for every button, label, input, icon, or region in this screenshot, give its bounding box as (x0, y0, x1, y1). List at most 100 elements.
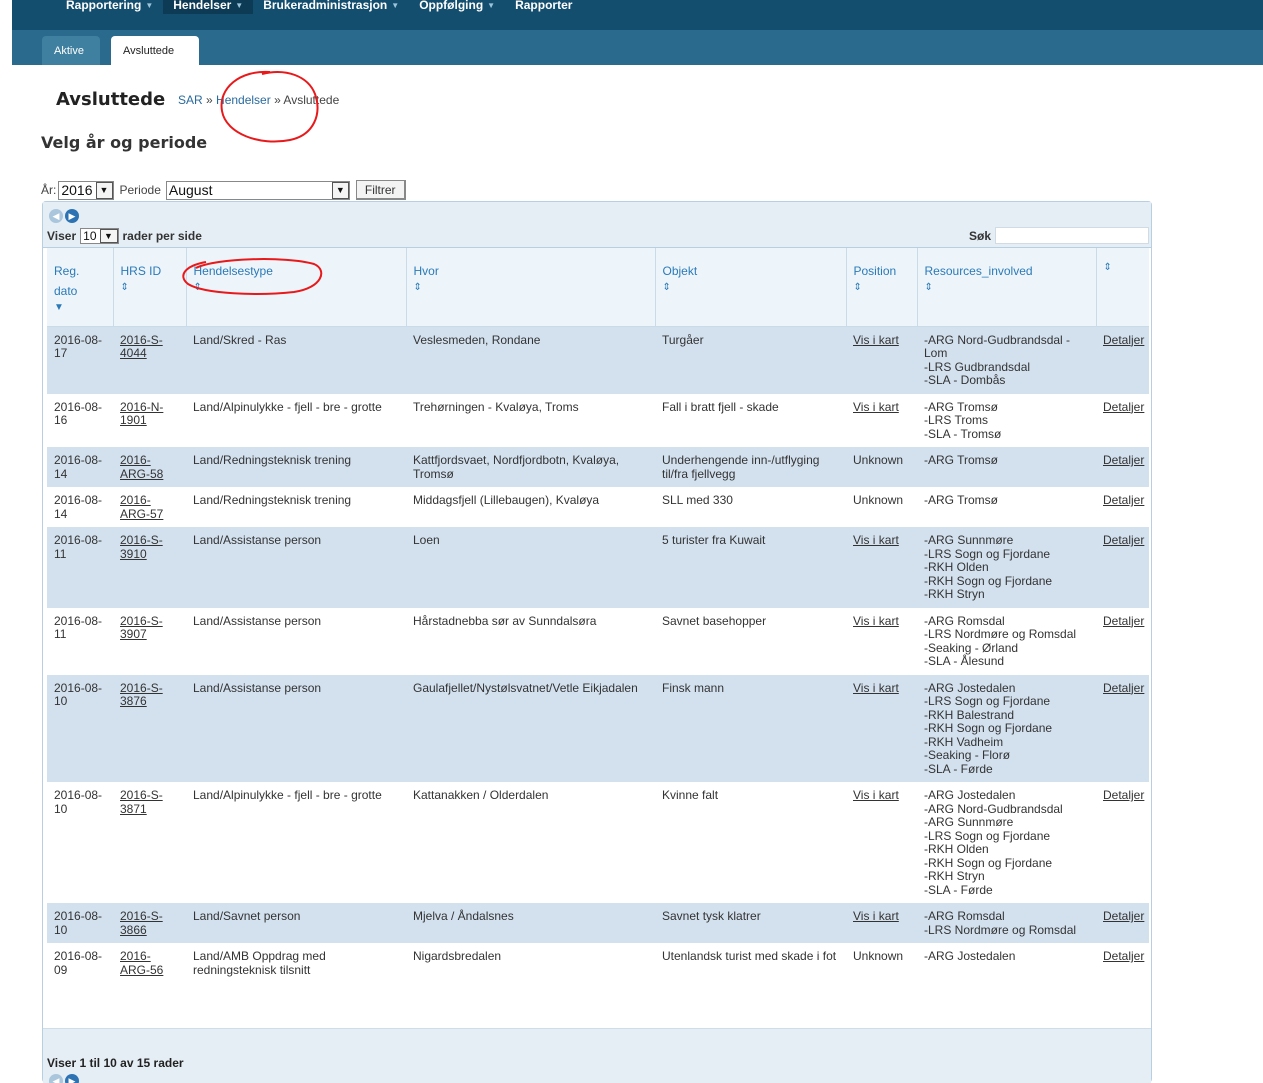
table-cell: Unknown (846, 447, 917, 487)
details-link[interactable]: Detaljer (1103, 788, 1144, 802)
period-select-value: August (168, 182, 213, 198)
page-length-control: Viser 10 ▼ rader per side (47, 228, 202, 244)
details-link[interactable]: Detaljer (1103, 614, 1144, 628)
show-label: Viser (47, 229, 77, 243)
menu-item-oppfolging[interactable]: Oppfølging ▼ (409, 0, 505, 14)
tab-aktive[interactable]: Aktive (42, 36, 100, 65)
resource-item: -RKH Stryn (924, 869, 985, 883)
tab-avsluttede[interactable]: Avsluttede (111, 36, 199, 65)
sort-icon: ⇕ (413, 282, 422, 293)
page-length-select[interactable]: 10 ▼ (80, 228, 119, 244)
breadcrumb-link-hendelser[interactable]: Hendelser (216, 93, 271, 107)
hrs-id-link[interactable]: 2016-ARG-56 (120, 949, 163, 977)
menu-item-hendelser[interactable]: Hendelser ▼ (163, 0, 254, 14)
table-cell: 2016-08-14 (47, 447, 113, 487)
resource-item: -ARG Tromsø (924, 399, 998, 414)
hrs-id-link[interactable]: 2016-ARG-57 (120, 493, 163, 521)
table-cell: Vis i kart (846, 326, 917, 394)
cell-resources: -ARG Romsdal -LRS Nordmøre og Romsdal -Sea… (917, 607, 1096, 675)
cell-hendelsestype: Land/Skred - Ras (193, 332, 287, 347)
position-link[interactable]: Vis i kart (853, 909, 899, 923)
table-cell: Detaljer (1096, 326, 1149, 394)
previous-page-icon[interactable]: ◀ (49, 209, 63, 223)
details-link[interactable]: Detaljer (1103, 400, 1144, 414)
sort-icon: ⇕ (853, 282, 862, 293)
cell-reg-dato: 2016-08-10 (54, 680, 103, 708)
year-select[interactable]: 2016 ▼ (58, 180, 114, 200)
hrs-id-link[interactable]: 2016-N-1901 (120, 400, 163, 428)
column-header-label: Resources_involved (924, 264, 1033, 278)
details-link[interactable]: Detaljer (1103, 533, 1144, 547)
cell-resources: -ARG Jostedalen -LRS Sogn og Fjordane -RKH… (917, 674, 1096, 782)
details-link[interactable]: Detaljer (1103, 453, 1144, 467)
period-select[interactable]: August ▼ (165, 180, 350, 200)
column-header-resources-involved[interactable]: Resources_involved ⇕ (917, 248, 1097, 327)
details-link[interactable]: Detaljer (1103, 681, 1144, 695)
sub-navigation: Aktive Avsluttede (12, 30, 1263, 65)
column-header-hvor[interactable]: Hvor ⇕ (406, 248, 656, 327)
search-input[interactable] (995, 227, 1149, 244)
resource-item: -ARG Tromsø (924, 453, 998, 467)
table-cell: 2016-08-17 (47, 326, 113, 394)
chevron-down-icon: ▼ (95, 181, 113, 199)
page: Rapportering ▼ Hendelser ▼ Brukeradminis… (12, 0, 1263, 1083)
resource-item: -ARG Tromsø (924, 493, 998, 507)
details-link[interactable]: Detaljer (1103, 493, 1144, 507)
details-link[interactable]: Detaljer (1103, 909, 1144, 923)
menu-item-brukeradministrasjon[interactable]: Brukeradministrasjon ▼ (253, 0, 409, 14)
position-link[interactable]: Vis i kart (853, 333, 899, 347)
hrs-id-link[interactable]: 2016-S-3871 (120, 788, 163, 816)
position-link[interactable]: Vis i kart (853, 614, 899, 628)
column-header-actions[interactable]: ⇕ (1096, 248, 1149, 327)
position-link[interactable]: Vis i kart (853, 788, 899, 802)
cell-hvor: Veslesmeden, Rondane (413, 332, 541, 347)
details-link[interactable]: Detaljer (1103, 333, 1144, 347)
cell-objekt: Kvinne falt (662, 788, 719, 802)
column-header-position[interactable]: Position ⇕ (846, 248, 918, 327)
chevron-down-icon: ▼ (391, 0, 400, 10)
hrs-id-link[interactable]: 2016-S-3876 (120, 681, 163, 709)
hrs-id-link[interactable]: 2016-S-3907 (120, 614, 163, 642)
column-header-hendelsestype[interactable]: Hendelsestype ⇕ (186, 248, 407, 327)
resource-item: -RKH Balestrand (924, 707, 1015, 722)
resource-item: -RKH Sogn og Fjordane (924, 855, 1053, 870)
column-header-objekt[interactable]: Objekt ⇕ (655, 248, 847, 327)
position-link[interactable]: Vis i kart (853, 400, 899, 414)
table-cell: Unknown (846, 487, 917, 527)
menu-item-rapporter[interactable]: Rapporter (505, 0, 582, 14)
cell-objekt: Utenlandsk turist med skade i fot (662, 949, 837, 963)
cell-resources: -ARG Sunnmøre -LRS Sogn og Fjordane -RKH O… (917, 527, 1096, 608)
breadcrumb-link-sar[interactable]: SAR (178, 93, 203, 107)
hrs-id-link[interactable]: 2016-S-4044 (120, 333, 163, 361)
table-cell: Land/Redningsteknisk trening (186, 447, 406, 487)
table-cell: 2016-S-3871 (113, 782, 186, 903)
column-header-reg-dato[interactable]: Reg. dato ▼ (47, 248, 114, 327)
table-cell: Veslesmeden, Rondane (406, 326, 655, 394)
table-cell: Detaljer (1096, 903, 1149, 943)
table-cell: Savnet tysk klatrer (655, 903, 846, 943)
hrs-id-link[interactable]: 2016-S-3866 (120, 909, 163, 937)
table-cell: Detaljer (1096, 607, 1149, 675)
hrs-id-link[interactable]: 2016-S-3910 (120, 533, 163, 561)
table-cell: Vis i kart (846, 674, 917, 782)
position-link[interactable]: Vis i kart (853, 681, 899, 695)
next-page-icon[interactable]: ▶ (65, 1074, 79, 1083)
cell-hvor: Nigardsbredalen (413, 949, 502, 963)
position-link[interactable]: Vis i kart (853, 533, 899, 547)
table-cell: Turgåer (655, 326, 846, 394)
table-cell: Savnet basehopper (655, 607, 846, 675)
table-cell: Utenlandsk turist med skade i fot (655, 943, 846, 983)
next-page-icon[interactable]: ▶ (65, 209, 79, 223)
table-row: 2016-08-17 2016-S-4044 Land/Skred - Ras Ves… (47, 326, 1149, 394)
cell-objekt: Underhengende inn-/utflyging til/fra fje… (662, 453, 820, 481)
filter-button[interactable]: Filtrer (355, 180, 406, 200)
resource-item: -RKH Sogn og Fjordane (924, 721, 1053, 735)
table-cell: SLL med 330 (655, 487, 846, 527)
table-cell: Fall i bratt fjell - skade (655, 393, 846, 447)
previous-page-icon[interactable]: ◀ (49, 1074, 63, 1083)
column-header-hrs-id[interactable]: HRS ID ⇕ (113, 248, 187, 327)
hrs-id-link[interactable]: 2016-ARG-58 (120, 453, 163, 481)
menu-item-rapportering[interactable]: Rapportering ▼ (56, 0, 163, 14)
table-cell: Underhengende inn-/utflyging til/fra fje… (655, 447, 846, 487)
details-link[interactable]: Detaljer (1103, 949, 1144, 963)
